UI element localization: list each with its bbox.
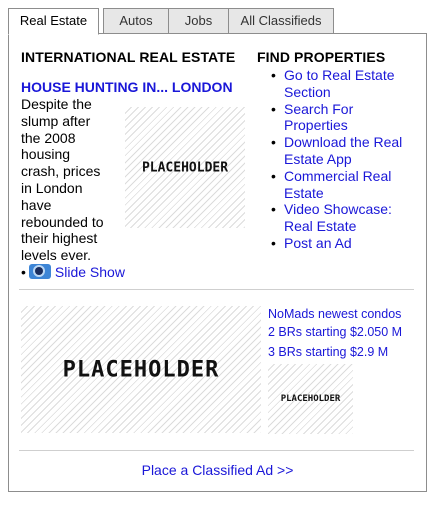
section-divider — [19, 289, 414, 290]
tab-autos[interactable]: Autos — [103, 8, 169, 34]
nomads-large-image[interactable]: PLACEHOLDER — [21, 306, 261, 433]
story-line: their highest — [21, 230, 98, 247]
tab-real-estate[interactable]: Real Estate — [8, 8, 99, 35]
story-line: the 2008 — [21, 129, 76, 146]
footer-divider — [19, 450, 414, 451]
story-line: rebounded to — [21, 213, 104, 230]
placeholder-label: PLACEHOLDER — [141, 160, 229, 175]
london-story-text: Despite the slump after the 2008 housing… — [21, 96, 121, 264]
link-real-estate-section[interactable]: Go to Real Estate Section — [266, 67, 416, 101]
slide-show-label: Slide Show — [54, 264, 125, 280]
story-line: housing — [21, 146, 71, 163]
nomads-condos-link[interactable]: NoMads newest condos — [268, 307, 401, 321]
story-line: in London — [21, 179, 83, 196]
story-line: Despite the — [21, 96, 92, 112]
story-line: slump after — [21, 112, 91, 129]
real-estate-panel: INTERNATIONAL REAL ESTATE HOUSE HUNTING … — [8, 33, 427, 492]
link-download-app[interactable]: Download the Real Estate App — [266, 134, 416, 168]
find-properties-list: Go to Real Estate Section Search For Pro… — [266, 67, 416, 252]
story-line: levels ever. — [21, 247, 92, 264]
international-real-estate-heading: INTERNATIONAL REAL ESTATE — [21, 49, 236, 65]
link-commercial-real-estate[interactable]: Commercial Real Estate — [266, 168, 416, 202]
place-classified-ad-link[interactable]: Place a Classified Ad >> — [9, 462, 426, 478]
tab-all-classifieds[interactable]: All Classifieds — [228, 8, 334, 34]
two-br-link[interactable]: 2 BRs starting $2.050 M — [268, 325, 402, 339]
bullet: • — [21, 264, 26, 280]
find-properties-heading: FIND PROPERTIES — [257, 49, 386, 65]
slide-show-link[interactable]: • Slide Show — [21, 264, 125, 280]
classifieds-tab-bar: Real Estate Autos Jobs All Classifieds — [8, 8, 334, 35]
link-video-showcase[interactable]: Video Showcase: Real Estate — [266, 201, 416, 235]
story-line: crash, prices — [21, 163, 101, 180]
tab-jobs[interactable]: Jobs — [168, 8, 229, 34]
link-search-properties[interactable]: Search For Properties — [266, 101, 416, 135]
placeholder-label: PLACEHOLDER — [62, 357, 220, 382]
story-line: have — [21, 196, 52, 213]
three-br-link[interactable]: 3 BRs starting $2.9 M — [268, 345, 388, 359]
link-post-an-ad[interactable]: Post an Ad — [266, 235, 416, 252]
camera-icon — [28, 264, 51, 279]
london-headline-link[interactable]: HOUSE HUNTING IN... LONDON — [21, 79, 233, 95]
placeholder-label: PLACEHOLDER — [280, 394, 341, 404]
london-story-image[interactable]: PLACEHOLDER — [125, 107, 245, 228]
nomads-small-image[interactable]: PLACEHOLDER — [268, 364, 353, 434]
